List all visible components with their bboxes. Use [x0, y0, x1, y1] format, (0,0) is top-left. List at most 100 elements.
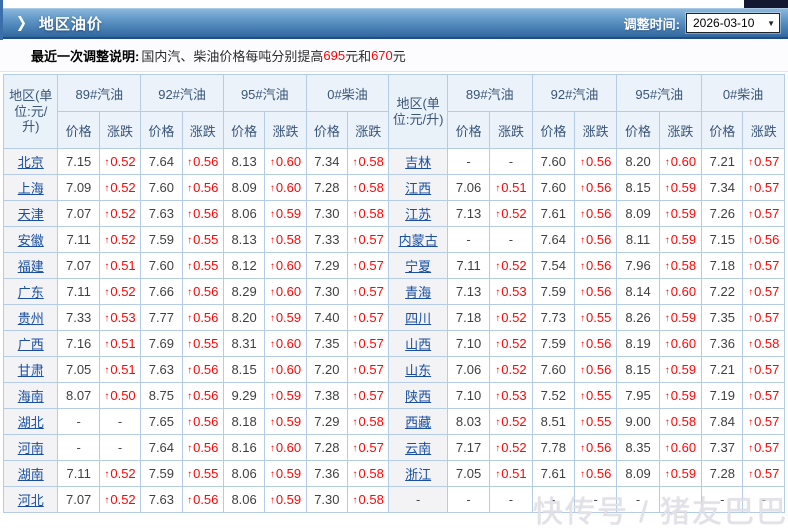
region-link[interactable]: 宁夏 [405, 259, 431, 274]
price-cell: 7.30 [306, 279, 347, 305]
up-arrow-icon: ↑ [748, 469, 753, 480]
up-arrow-icon: ↑ [104, 365, 109, 376]
region-link[interactable]: 山东 [405, 363, 431, 378]
price-cell: 7.11 [58, 227, 99, 253]
fuel-type-header: 0#柴油 [306, 75, 389, 112]
price-cell: 7.52 [532, 383, 574, 409]
up-arrow-icon: ↑ [580, 391, 585, 402]
price-cell: 7.77 [141, 305, 182, 331]
price-cell: - [58, 409, 99, 435]
up-arrow-icon: ↑ [104, 313, 109, 324]
region-link[interactable]: 江苏 [405, 207, 431, 222]
price-header: 价格 [532, 112, 574, 149]
up-arrow-icon: ↑ [665, 469, 670, 480]
region-link[interactable]: 广东 [18, 285, 44, 300]
up-arrow-icon: ↑ [353, 313, 358, 324]
price-cell: 7.16 [58, 331, 99, 357]
price-cell: 7.33 [58, 305, 99, 331]
region-link[interactable]: 青海 [405, 285, 431, 300]
fuel-type-header: 92#汽油 [141, 75, 224, 112]
region-link[interactable]: 湖南 [18, 467, 44, 482]
table-row: 天津7.07↑0.527.63↑0.568.06↑0.597.30↑0.58江苏… [4, 201, 785, 227]
up-arrow-icon: ↑ [748, 235, 753, 246]
change-cell: ↑0.57 [743, 279, 785, 305]
region-link[interactable]: 西藏 [405, 415, 431, 430]
change-cell: ↑0.52 [490, 435, 532, 461]
price-cell: 8.15 [617, 357, 659, 383]
price-cell: 7.10 [447, 383, 489, 409]
up-arrow-icon: ↑ [580, 417, 585, 428]
region-link[interactable]: 甘肃 [18, 363, 44, 378]
change-cell: ↑0.56 [575, 461, 617, 487]
region-cell: 广东 [4, 279, 58, 305]
region-cell: 宁夏 [389, 253, 448, 279]
up-arrow-icon: ↑ [270, 183, 275, 194]
region-link[interactable]: 上海 [18, 181, 44, 196]
region-link[interactable]: 陕西 [405, 389, 431, 404]
change-cell: - [490, 487, 532, 513]
change-cell: ↑0.56 [182, 305, 223, 331]
region-link[interactable]: 福建 [18, 259, 44, 274]
region-link[interactable]: 河北 [18, 493, 44, 508]
change-cell: ↑0.56 [575, 331, 617, 357]
region-cell: 湖南 [4, 461, 58, 487]
up-arrow-icon: ↑ [187, 313, 192, 324]
table-row: 湖南7.11↑0.527.59↑0.558.06↑0.597.36↑0.58浙江… [4, 461, 785, 487]
adjust-date-select[interactable]: 2026-03-10 ▼ [686, 13, 780, 33]
price-cell: 8.15 [223, 357, 264, 383]
change-cell: ↑0.60 [265, 331, 306, 357]
region-link[interactable]: 四川 [405, 311, 431, 326]
change-cell: ↑0.56 [182, 149, 223, 175]
region-cell: 江西 [389, 175, 448, 201]
change-cell: ↑0.55 [182, 253, 223, 279]
change-cell: ↑0.59 [659, 357, 701, 383]
region-link[interactable]: 天津 [18, 207, 44, 222]
up-arrow-icon: ↑ [665, 235, 670, 246]
up-arrow-icon: ↑ [495, 183, 500, 194]
region-link[interactable]: 山西 [405, 337, 431, 352]
change-cell: ↑0.59 [265, 461, 306, 487]
region-link[interactable]: 湖北 [18, 415, 44, 430]
region-link[interactable]: 海南 [18, 389, 44, 404]
price-cell: 8.20 [223, 305, 264, 331]
change-header: 涨跌 [182, 112, 223, 149]
region-link[interactable]: 广西 [18, 337, 44, 352]
price-cell: 7.28 [702, 461, 743, 487]
price-cell: - [617, 487, 659, 513]
price-cell: 7.09 [58, 175, 99, 201]
up-arrow-icon: ↑ [104, 183, 109, 194]
change-cell: ↑0.60 [265, 357, 306, 383]
price-cell: 7.34 [702, 175, 743, 201]
region-link[interactable]: 安徽 [18, 233, 44, 248]
up-arrow-icon: ↑ [353, 183, 358, 194]
change-cell: ↑0.55 [575, 305, 617, 331]
up-arrow-icon: ↑ [270, 157, 275, 168]
price-cell: 7.20 [306, 357, 347, 383]
change-cell: ↑0.56 [182, 201, 223, 227]
region-link[interactable]: 江西 [405, 181, 431, 196]
region-link[interactable]: 贵州 [18, 311, 44, 326]
price-cell: 7.21 [702, 149, 743, 175]
change-cell: ↑0.59 [265, 201, 306, 227]
price-header: 价格 [223, 112, 264, 149]
up-arrow-icon: ↑ [495, 339, 500, 350]
price-cell: 7.64 [141, 149, 182, 175]
region-link[interactable]: 云南 [405, 441, 431, 456]
region-cell: 贵州 [4, 305, 58, 331]
region-cell: 上海 [4, 175, 58, 201]
region-header: 地区(单位:元/升) [389, 75, 448, 149]
region-link[interactable]: 内蒙古 [399, 233, 438, 248]
up-arrow-icon: ↑ [187, 287, 192, 298]
region-link[interactable]: 吉林 [405, 155, 431, 170]
price-cell: 7.18 [447, 305, 489, 331]
price-header: 价格 [447, 112, 489, 149]
change-cell: ↑0.60 [659, 435, 701, 461]
price-cell: 7.59 [532, 331, 574, 357]
region-link[interactable]: 河南 [18, 441, 44, 456]
up-arrow-icon: ↑ [580, 183, 585, 194]
up-arrow-icon: ↑ [353, 443, 358, 454]
region-link[interactable]: 北京 [18, 155, 44, 170]
up-arrow-icon: ↑ [495, 391, 500, 402]
region-link[interactable]: 浙江 [405, 467, 431, 482]
price-cell: 7.60 [141, 175, 182, 201]
